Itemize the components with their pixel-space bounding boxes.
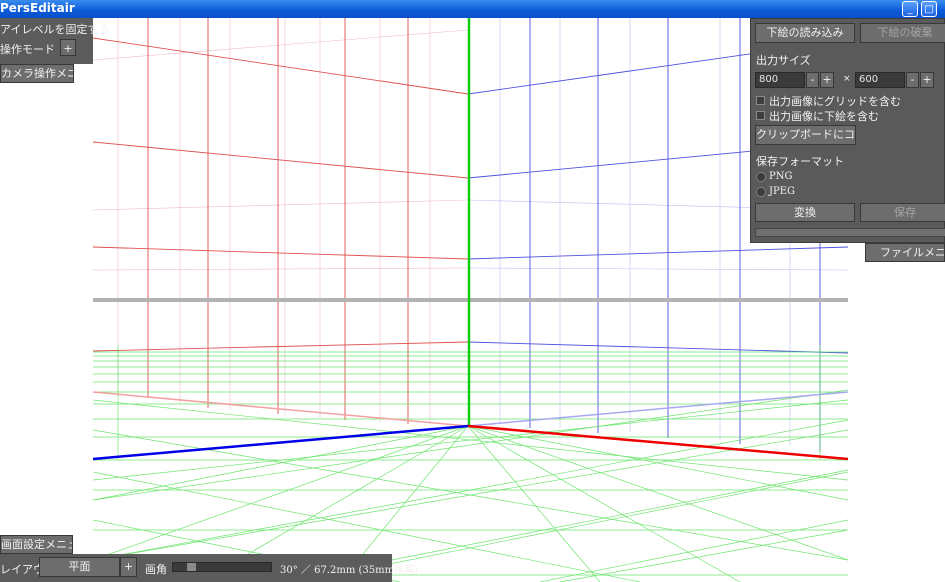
include-grid-checkbox[interactable] (756, 96, 765, 105)
width-plus-button[interactable]: + (820, 72, 834, 88)
jpeg-radio[interactable] (756, 187, 766, 197)
view-angle-slider-thumb[interactable] (187, 563, 196, 571)
bottom-panel: レイアウト方法 平面 + 画角 30° ／ 67.2mm (35mm換算) (0, 554, 418, 582)
floor-grid (93, 345, 848, 582)
output-width-input[interactable]: 800 (755, 72, 805, 88)
save-button[interactable]: 保存 (860, 203, 945, 222)
operation-mode-label[interactable]: 操作モード (0, 41, 55, 57)
maximize-icon[interactable]: □ (921, 1, 937, 17)
file-panel: 下絵の読み込み 下絵の破棄 出力サイズ 800 - + × 600 - + 出力… (750, 18, 945, 243)
screen-settings-menu-button[interactable]: 画面設定メニュー (0, 535, 73, 554)
save-format-label: 保存フォーマット (756, 155, 844, 168)
output-size-label: 出力サイズ (756, 54, 811, 67)
png-radio[interactable] (756, 172, 766, 182)
title-bar: PersEditair _ □ (0, 0, 945, 18)
x-axis-line (93, 424, 469, 461)
view-angle-label: 画角 (145, 563, 167, 576)
progress-bar (755, 228, 945, 237)
window-title: PersEditair (0, 1, 75, 15)
camera-menu-button[interactable]: カメラ操作メニュー (0, 64, 74, 83)
times-sign: × (843, 74, 851, 84)
layout-plus-button[interactable]: + (120, 557, 137, 577)
height-minus-button[interactable]: - (906, 72, 919, 88)
z-axis-line (467, 424, 848, 461)
view-angle-slider[interactable] (172, 562, 272, 572)
load-underlay-button[interactable]: 下絵の読み込み (755, 23, 855, 43)
file-menu-button[interactable]: ファイルメニュー (865, 243, 945, 262)
discard-underlay-button[interactable]: 下絵の破棄 (860, 23, 945, 43)
jpeg-label: JPEG (769, 186, 796, 197)
layout-select[interactable]: 平面 (39, 557, 120, 577)
view-angle-readout: 30° ／ 67.2mm (35mm換算) (280, 565, 418, 576)
output-height-input[interactable]: 600 (855, 72, 905, 88)
include-grid-label: 出力画像にグリッドを含む (769, 95, 901, 108)
height-plus-button[interactable]: + (920, 72, 934, 88)
width-minus-button[interactable]: - (806, 72, 819, 88)
camera-panel: アイレベルを固定する 操作モード + (0, 18, 109, 64)
convert-button[interactable]: 変換 (755, 203, 855, 222)
png-label: PNG (769, 171, 793, 182)
include-underlay-label: 出力画像に下絵を含む (769, 110, 879, 123)
minimize-icon[interactable]: _ (902, 1, 918, 17)
operation-mode-plus-button[interactable]: + (60, 39, 76, 56)
include-underlay-checkbox[interactable] (756, 111, 765, 120)
left-wall-grid (93, 18, 469, 424)
left-wall-fine-grid (93, 18, 469, 424)
fix-eye-level-label[interactable]: アイレベルを固定する (0, 21, 109, 37)
copy-clipboard-button[interactable]: クリップボードにコピー (755, 125, 856, 145)
perspective-canvas[interactable] (93, 18, 848, 582)
